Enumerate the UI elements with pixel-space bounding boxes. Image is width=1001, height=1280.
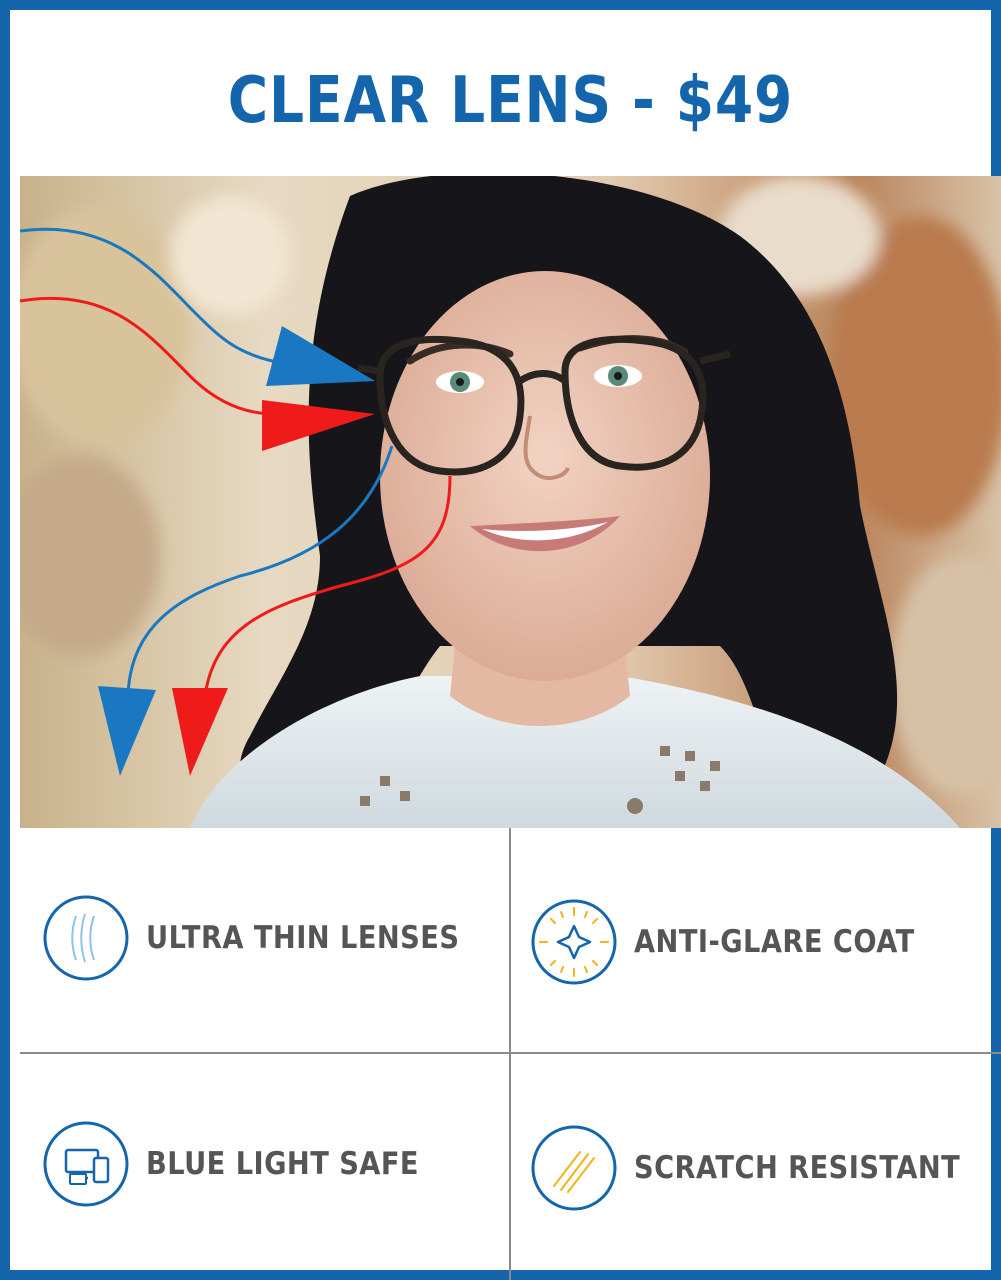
scratch-icon (531, 1125, 617, 1211)
devices-icon (43, 1121, 129, 1207)
features-grid: ULTRA THIN LENSES ANTI-GLARE COAT BLUE L… (20, 828, 1001, 1280)
feature-scratch: SCRATCH RESISTANT (530, 1124, 1001, 1212)
woman-wearing-glasses-photo (20, 176, 1001, 828)
feature-ultra-thin: ULTRA THIN LENSES (42, 894, 502, 982)
feature-label: SCRATCH RESISTANT (634, 1150, 961, 1186)
hero-photo (20, 176, 1001, 828)
thin-lens-icon (43, 895, 129, 981)
page-title: CLEAR LENS - $49 (227, 64, 794, 138)
sparkle-icon (531, 899, 617, 985)
feature-label: ULTRA THIN LENSES (146, 920, 460, 956)
feature-label: BLUE LIGHT SAFE (146, 1146, 419, 1182)
product-card: CLEAR LENS - $49 ULTRA THIN LENSES ANTI-… (0, 0, 1001, 1280)
grid-divider-horizontal (20, 1052, 1001, 1054)
feature-label: ANTI-GLARE COAT (634, 924, 915, 960)
grid-divider-vertical (509, 828, 511, 1280)
feature-blue-light: BLUE LIGHT SAFE (42, 1120, 456, 1208)
feature-anti-glare: ANTI-GLARE COAT (530, 898, 953, 986)
